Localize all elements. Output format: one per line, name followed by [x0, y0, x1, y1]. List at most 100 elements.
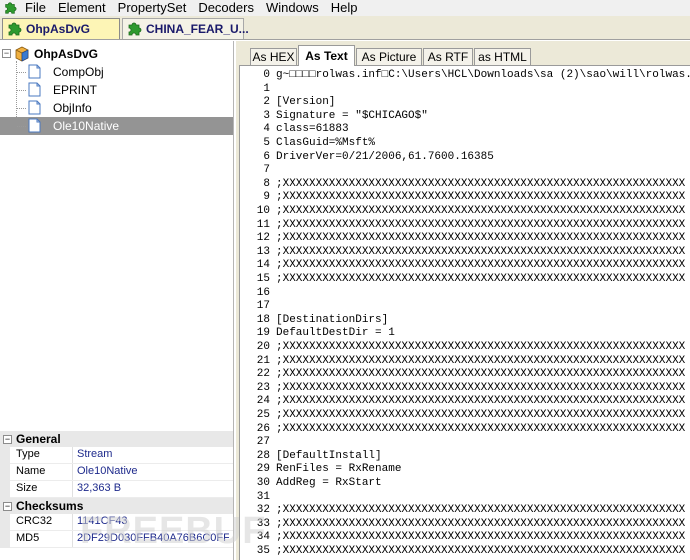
text-line: 32 ;XXXXXXXXXXXXXXXXXXXXXXXXXXXXXXXXXXXXX… [240, 503, 685, 517]
menu-element[interactable]: Element [52, 0, 112, 16]
text-line: 28 [DefaultInstall] [240, 449, 382, 463]
text-line: 8 ;XXXXXXXXXXXXXXXXXXXXXXXXXXXXXXXXXXXXXX… [240, 177, 685, 191]
line-number: 26 [256, 422, 270, 435]
doc-tab-ohpasdvg[interactable]: OhpAsDvG [2, 18, 120, 39]
text-line: 26 ;XXXXXXXXXXXXXXXXXXXXXXXXXXXXXXXXXXXXX… [240, 422, 685, 436]
tab-as-hex[interactable]: As HEX [250, 48, 297, 65]
line-text: g~□□□□rolwas.inf□C:\Users\HCL\Downloads\… [276, 69, 690, 81]
line-number: 19 [256, 327, 270, 340]
prop-row-size[interactable]: Size 32,363 B [0, 481, 233, 498]
menu-bar: File Element PropertySet Decoders Window… [0, 0, 690, 16]
line-number: 28 [256, 449, 270, 462]
view-tabs: As HEX As Text As Picture As RTF as HTML [236, 41, 690, 66]
menu-windows[interactable]: Windows [260, 0, 325, 16]
tree-root-label: OhpAsDvG [34, 47, 99, 61]
text-line: 16 [240, 286, 276, 300]
text-line: 24 ;XXXXXXXXXXXXXXXXXXXXXXXXXXXXXXXXXXXXX… [240, 394, 685, 408]
line-number: 15 [256, 273, 270, 285]
line-text: AddReg = RxStart [276, 477, 382, 489]
puzzle-icon [5, 2, 17, 14]
storage-cube-icon [15, 46, 29, 62]
text-line: 10 ;XXXXXXXXXXXXXXXXXXXXXXXXXXXXXXXXXXXXX… [240, 204, 685, 218]
line-number: 21 [256, 354, 270, 367]
prop-key: Name [16, 465, 46, 477]
line-text: ;XXXXXXXXXXXXXXXXXXXXXXXXXXXXXXXXXXXXXXX… [276, 191, 686, 204]
category-checksums[interactable]: − Checksums [0, 498, 233, 514]
property-grid: − General Type Stream Name Ole10Native S… [0, 431, 233, 560]
prop-key: CRC32 [16, 515, 53, 527]
line-text: ;XXXXXXXXXXXXXXXXXXXXXXXXXXXXXXXXXXXXXXX… [276, 531, 686, 544]
line-number: 34 [256, 531, 270, 544]
stream-file-icon [28, 100, 41, 115]
line-number: 14 [256, 259, 270, 272]
tree-item-compobj[interactable]: CompObj [0, 63, 233, 81]
line-number: 23 [256, 381, 270, 394]
category-label: Checksums [16, 499, 84, 513]
prop-key: Type [16, 448, 40, 460]
category-label: General [16, 432, 61, 446]
line-number: 0 [263, 69, 270, 81]
text-line: 19 DefaultDestDir = 1 [240, 326, 395, 340]
text-line: 9 ;XXXXXXXXXXXXXXXXXXXXXXXXXXXXXXXXXXXXXX… [240, 190, 685, 204]
collapse-toggle-icon[interactable]: − [3, 434, 12, 444]
text-line: 15 ;XXXXXXXXXXXXXXXXXXXXXXXXXXXXXXXXXXXXX… [240, 272, 685, 286]
line-number: 10 [256, 205, 270, 217]
tab-as-text[interactable]: As Text [298, 45, 355, 66]
text-line: 17 [240, 299, 276, 313]
tree-item-ole10native[interactable]: Ole10Native [0, 117, 233, 135]
line-number: 25 [256, 409, 270, 421]
menu-help[interactable]: Help [325, 0, 364, 16]
category-general[interactable]: − General [0, 431, 233, 447]
line-text: ;XXXXXXXXXXXXXXXXXXXXXXXXXXXXXXXXXXXXXXX… [276, 259, 686, 272]
text-line: 4 class=61883 [240, 122, 348, 136]
stream-file-icon [28, 118, 41, 133]
line-number: 11 [256, 218, 270, 231]
line-text: ;XXXXXXXXXXXXXXXXXXXXXXXXXXXXXXXXXXXXXXX… [276, 381, 686, 394]
text-view[interactable]: 0 g~□□□□rolwas.inf□C:\Users\HCL\Downloads… [239, 65, 690, 560]
tab-as-picture[interactable]: As Picture [356, 48, 422, 65]
doc-tab-label: CHINA_FEAR_U... [146, 22, 249, 36]
line-text: ;XXXXXXXXXXXXXXXXXXXXXXXXXXXXXXXXXXXXXXX… [276, 205, 686, 217]
text-line: 2 [Version] [240, 95, 335, 109]
line-text: ;XXXXXXXXXXXXXXXXXXXXXXXXXXXXXXXXXXXXXXX… [276, 218, 686, 231]
line-text: ;XXXXXXXXXXXXXXXXXXXXXXXXXXXXXXXXXXXXXXX… [276, 232, 686, 245]
text-line: 0 g~□□□□rolwas.inf□C:\Users\HCL\Downloads… [240, 68, 690, 82]
tree-item-eprint[interactable]: EPRINT [0, 81, 233, 99]
line-number: 13 [256, 245, 270, 258]
line-text: DriverVer=0/21/2006,61.7600.16385 [276, 150, 494, 163]
text-line: 12 ;XXXXXXXXXXXXXXXXXXXXXXXXXXXXXXXXXXXXX… [240, 231, 685, 245]
tab-as-rtf[interactable]: As RTF [423, 48, 473, 65]
text-line: 23 ;XXXXXXXXXXXXXXXXXXXXXXXXXXXXXXXXXXXXX… [240, 381, 685, 395]
prop-row-md5[interactable]: MD5 2DF29D030FFB40A76B6C0FF... [0, 531, 233, 548]
prop-row-name[interactable]: Name Ole10Native [0, 464, 233, 481]
text-line: 18 [DestinationDirs] [240, 313, 388, 327]
line-number: 18 [256, 313, 270, 326]
menu-file[interactable]: File [21, 0, 52, 16]
text-line: 35 ;XXXXXXXXXXXXXXXXXXXXXXXXXXXXXXXXXXXXX… [240, 544, 685, 558]
line-number: 35 [256, 545, 270, 557]
prop-row-type[interactable]: Type Stream [0, 447, 233, 464]
right-pane: As HEX As Text As Picture As RTF as HTML… [236, 41, 690, 560]
line-text: ;XXXXXXXXXXXXXXXXXXXXXXXXXXXXXXXXXXXXXXX… [276, 545, 686, 557]
text-line: 25 ;XXXXXXXXXXXXXXXXXXXXXXXXXXXXXXXXXXXXX… [240, 408, 685, 422]
line-number: 2 [263, 96, 270, 109]
tree-item-objinfo[interactable]: ObjInfo [0, 99, 233, 117]
line-number: 17 [256, 300, 270, 313]
line-number: 32 [256, 504, 270, 517]
menu-propertyset[interactable]: PropertySet [112, 0, 193, 16]
prop-value: 2DF29D030FFB40A76B6C0FF... [77, 532, 229, 544]
line-number: 4 [263, 123, 270, 136]
menu-decoders[interactable]: Decoders [192, 0, 260, 16]
collapse-toggle-icon[interactable]: − [3, 501, 12, 511]
line-number: 31 [256, 490, 270, 503]
doc-tab-label: OhpAsDvG [26, 22, 91, 36]
left-pane: − OhpAsDvG CompObj EPRINT ObjInfo Ole10N… [0, 41, 234, 560]
collapse-toggle-icon[interactable]: − [2, 49, 11, 58]
doc-tab-china-fear[interactable]: CHINA_FEAR_U... [122, 18, 249, 39]
prop-row-crc32[interactable]: CRC32 1141CF43 [0, 514, 233, 531]
tree-root[interactable]: − OhpAsDvG [0, 45, 233, 63]
line-text: ;XXXXXXXXXXXXXXXXXXXXXXXXXXXXXXXXXXXXXXX… [276, 395, 686, 408]
line-number: 8 [263, 177, 270, 190]
line-number: 24 [256, 395, 270, 408]
tab-as-html[interactable]: as HTML [474, 48, 531, 65]
